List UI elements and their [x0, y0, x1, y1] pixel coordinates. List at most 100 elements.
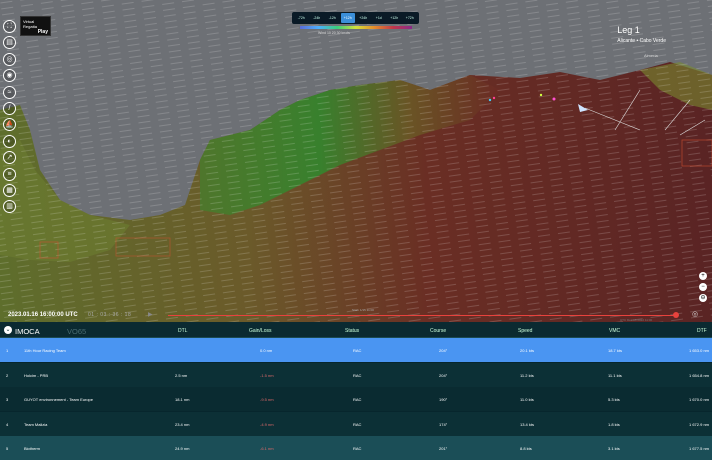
app-logo: Virtual Regatta Play [20, 16, 51, 36]
tab-vo65[interactable]: VO65 [67, 327, 86, 336]
cell-status: RAC [353, 446, 362, 451]
cell-team: Biotherm [24, 446, 41, 451]
header-speed[interactable]: Speed [518, 328, 532, 334]
timebar-button[interactable]: +72h [403, 13, 418, 23]
logo-play-text: Play [37, 29, 48, 35]
header-gain-loss[interactable]: Gain/Loss [249, 328, 272, 334]
cell-rank: 3 [6, 397, 9, 402]
cell-vmc: 5.3 kts [608, 397, 620, 402]
table-row[interactable]: 3 GUYOT environnement - Team Europe 18.1 n… [0, 387, 712, 411]
cell-course: 204° [439, 348, 448, 353]
timebar-button[interactable]: -24h [310, 13, 325, 23]
timebar-button[interactable]: +12h [340, 13, 355, 23]
cell-team: GUYOT environnement - Team Europe [24, 397, 93, 402]
cell-course: 201° [439, 446, 448, 451]
target-icon[interactable]: ◉ [3, 69, 16, 83]
grid-icon[interactable]: ▦ [3, 183, 16, 197]
list-icon[interactable]: ≡ [3, 167, 16, 181]
geolocate-icon[interactable]: ◎ [692, 310, 698, 318]
table-row[interactable]: 4 Team Malizia 23.4 nm -4.9 nm RAC 174° 13.4 k… [0, 411, 712, 436]
cell-team: Team Malizia [24, 421, 48, 427]
timeline-slider[interactable] [168, 315, 676, 316]
cell-rank: 5 [6, 446, 9, 451]
cell-dtl: 24.9 nm [175, 446, 190, 451]
leg-title: Leg 1 [617, 25, 640, 35]
cell-vmc: 18.7 kts [608, 348, 623, 353]
leaderboard-header: ⌄ IMOCA VO65 DTL Gain/Loss Status Course… [0, 322, 712, 338]
chart-icon[interactable]: ▥ [3, 200, 16, 214]
map-toolbar: ⛶ ▤ ◎ ◉ ≈ / ⛵ ◐ ↗ ≡ ▦ ▥ [3, 20, 17, 217]
cell-team: Holcim - PRB [24, 372, 49, 378]
compass-icon[interactable]: ◐ [3, 134, 16, 148]
table-row[interactable]: 2 Holcim - PRB 2.5 nm -1.5 nm RAC 204° 11.2 kt… [0, 362, 712, 387]
cell-dtf: 1 677.5 nm [689, 446, 710, 451]
map-place-label: Almería [644, 53, 658, 58]
cell-dtl: 23.4 nm [175, 421, 190, 427]
cell-gain-loss: -4.9 nm [260, 421, 274, 427]
map-canvas [0, 0, 712, 322]
play-button[interactable]: ▶ [148, 311, 153, 318]
cell-speed: 8.8 kts [520, 446, 532, 451]
zoom-in-button[interactable]: + [699, 272, 707, 280]
cell-status: RAC [353, 372, 362, 378]
leaderboard-table: ⌄ IMOCA VO65 DTL Gain/Loss Status Course… [0, 322, 712, 460]
start-label: Start: 1/15 11:00 [352, 308, 374, 312]
cell-gain-loss: 0.0 nm [260, 348, 273, 353]
reset-view-button[interactable]: ⊖ [699, 294, 707, 302]
wind-icon[interactable]: ≈ [3, 85, 16, 99]
cell-speed: 20.1 kts [520, 348, 535, 353]
timebar-button[interactable]: -72h [294, 13, 309, 23]
leg-info: Leg 1 Alicante • Cabo Verde [617, 25, 666, 44]
tab-imoca[interactable]: IMOCA [15, 327, 40, 336]
table-row[interactable]: 1 11th Hour Racing Team 0.0 nm RAC 204° 20.1 … [0, 338, 712, 362]
route-icon[interactable]: ↗ [3, 151, 16, 165]
header-status[interactable]: Status [345, 328, 359, 334]
ruler-icon[interactable]: / [3, 101, 16, 115]
timebar-button[interactable]: +12h [387, 13, 402, 23]
race-countdown: 01 : 03 : 36 : 18 [88, 312, 132, 318]
cell-rank: 4 [6, 421, 9, 427]
zoom-out-button[interactable]: − [699, 283, 707, 291]
timebar-button[interactable]: +24h [356, 13, 371, 23]
header-vmc[interactable]: VMC [609, 328, 620, 334]
cell-rank: 2 [6, 372, 9, 378]
header-course[interactable]: Course [430, 328, 446, 334]
forecast-timebar: -72h -24h -12h +12h +24h +1d +12h +72h [292, 12, 419, 24]
header-dtl[interactable]: DTL [178, 328, 187, 334]
cell-rank: 1 [6, 348, 9, 353]
collapse-chevron-icon[interactable]: ⌄ [4, 326, 12, 334]
cell-vmc: 1.8 kts [608, 421, 620, 427]
wind-legend-text: Wind 10 20 30 knots [318, 31, 350, 35]
cell-dtf: 1 653.0 nm [689, 348, 710, 353]
cell-speed: 11.0 kts [520, 397, 534, 402]
cell-vmc: 3.1 kts [608, 446, 620, 451]
timeline-slider-knob[interactable] [673, 312, 679, 318]
timebar-button[interactable]: +1d [372, 13, 387, 23]
cell-gain-loss: -1.5 nm [260, 372, 274, 378]
globe-icon[interactable]: ◎ [3, 52, 16, 66]
cell-speed: 11.2 kts [520, 372, 534, 378]
boat-icon[interactable]: ⛵ [3, 118, 16, 132]
cell-status: RAC [353, 348, 362, 353]
fullscreen-icon[interactable]: ⛶ [3, 20, 16, 33]
cell-gain-loss: -9.5 nm [260, 397, 274, 402]
timebar-button[interactable]: -12h [325, 13, 340, 23]
cell-dtl: 18.1 nm [175, 397, 190, 402]
weather-map[interactable]: Virtual Regatta Play ⛶ ▤ ◎ ◉ ≈ / ⛵ ◐ ↗ ≡ ▦ ▥ -72h -2… [0, 0, 712, 322]
cell-status: RAC [353, 421, 362, 427]
current-datetime: 2023.01.16 16:00:00 UTC [8, 312, 78, 318]
wind-legend-bar [300, 26, 412, 29]
cell-dtf: 1 654.8 nm [689, 372, 710, 378]
cell-status: RAC [353, 397, 362, 402]
layers-icon[interactable]: ▤ [3, 36, 16, 50]
table-row[interactable]: 5 Biotherm 24.9 nm -6.1 nm RAC 201° 8.8 kts 3.1… [0, 436, 712, 460]
cell-course: 204° [439, 372, 448, 378]
cell-dtf: 1 672.9 nm [689, 421, 710, 427]
header-dtf[interactable]: DTF [697, 328, 707, 334]
cell-vmc: 11.1 kts [608, 372, 622, 378]
cell-dtl: 2.5 nm [175, 372, 188, 378]
leg-route: Alicante • Cabo Verde [617, 38, 666, 44]
logo-text-line2: Regatta [23, 24, 38, 29]
cell-dtf: 1 670.0 nm [689, 397, 710, 402]
cell-gain-loss: -6.1 nm [260, 446, 274, 451]
